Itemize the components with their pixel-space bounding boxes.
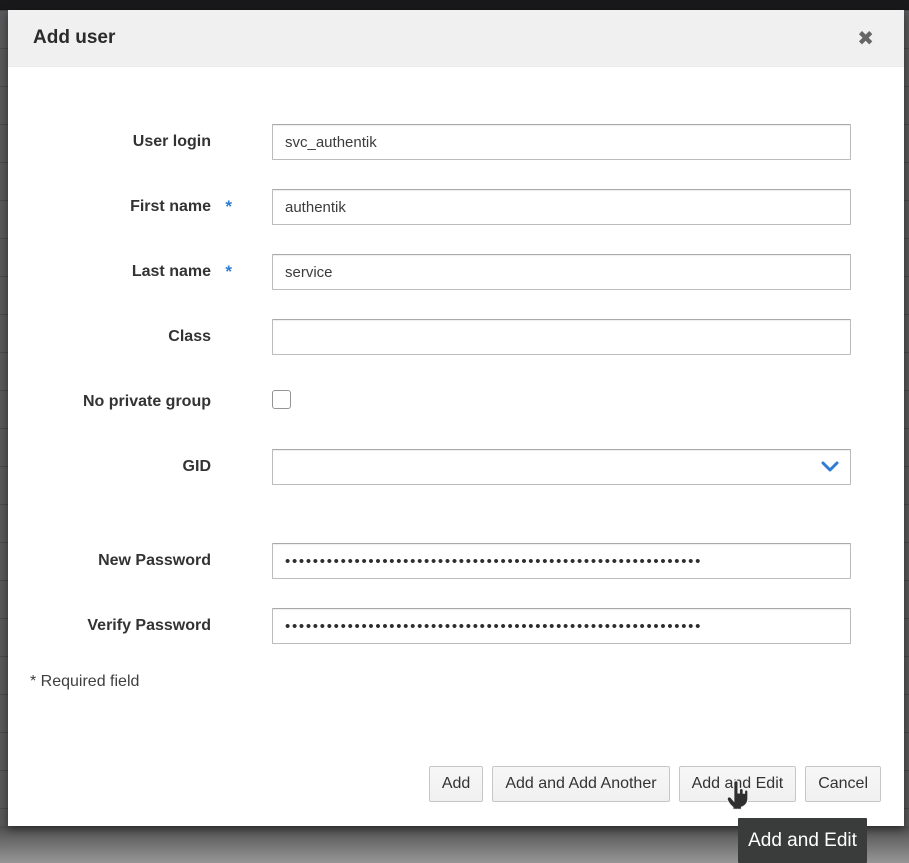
user-login-input[interactable] xyxy=(272,124,851,160)
dimmed-page-left-edge xyxy=(0,10,8,826)
gid-select-input[interactable] xyxy=(272,449,851,485)
dialog-header: Add user ✖ xyxy=(8,10,904,67)
cancel-button[interactable]: Cancel xyxy=(805,766,881,802)
gid-select[interactable] xyxy=(272,449,851,485)
required-field-note: * Required field xyxy=(30,673,904,691)
field-row-new-password: New Password xyxy=(8,543,904,579)
new-password-label: New Password xyxy=(8,552,232,570)
add-and-edit-button[interactable]: Add and Edit xyxy=(679,766,797,802)
no-private-group-label: No private group xyxy=(8,393,232,411)
verify-password-label: Verify Password xyxy=(8,617,232,635)
new-password-input[interactable] xyxy=(272,543,851,579)
dimmed-navbar-backdrop xyxy=(0,0,909,10)
dialog-title: Add user xyxy=(33,27,115,49)
first-name-input[interactable] xyxy=(272,189,851,225)
field-row-class: Class xyxy=(8,319,904,355)
no-private-group-checkbox[interactable] xyxy=(272,390,291,409)
field-row-last-name: Last name * xyxy=(8,254,904,290)
required-marker: * xyxy=(211,262,232,282)
field-row-first-name: First name * xyxy=(8,189,904,225)
add-and-add-another-button[interactable]: Add and Add Another xyxy=(492,766,669,802)
class-input[interactable] xyxy=(272,319,851,355)
verify-password-input[interactable] xyxy=(272,608,851,644)
field-row-no-private-group: No private group xyxy=(8,384,904,420)
required-marker: * xyxy=(211,197,232,217)
dimmed-page-right-edge xyxy=(904,10,909,826)
first-name-label: First name * xyxy=(8,197,232,217)
field-row-user-login: User login xyxy=(8,124,904,160)
last-name-label: Last name * xyxy=(8,262,232,282)
user-login-label: User login xyxy=(8,133,232,151)
dialog-body: User login First name * Last name * xyxy=(8,67,904,691)
last-name-input[interactable] xyxy=(272,254,851,290)
add-button[interactable]: Add xyxy=(429,766,483,802)
field-row-verify-password: Verify Password xyxy=(8,608,904,644)
class-label: Class xyxy=(8,328,232,346)
field-row-gid: GID xyxy=(8,449,904,485)
dialog-footer: Add Add and Add Another Add and Edit Can… xyxy=(429,766,881,802)
close-icon[interactable]: ✖ xyxy=(855,26,876,50)
add-user-dialog: Add user ✖ User login First name * Last xyxy=(8,10,904,826)
add-and-edit-tooltip: Add and Edit xyxy=(738,818,867,863)
gid-label: GID xyxy=(8,458,232,476)
